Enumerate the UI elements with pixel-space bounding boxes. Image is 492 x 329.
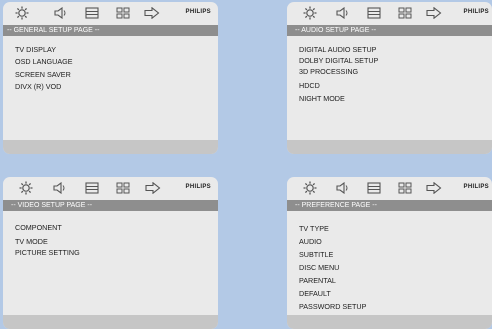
toolbar: PHILIPS bbox=[3, 177, 218, 200]
exit-icon[interactable] bbox=[425, 180, 443, 196]
exit-icon[interactable] bbox=[144, 180, 162, 196]
menu-item-osd-language[interactable]: OSD LANGUAGE bbox=[15, 57, 73, 66]
menu-item-password-setup[interactable]: PASSWORD SETUP bbox=[299, 302, 366, 311]
page-header: -- GENERAL SETUP PAGE -- bbox=[3, 25, 218, 36]
screen-icon[interactable] bbox=[365, 5, 383, 21]
menu-item-audio[interactable]: AUDIO bbox=[299, 237, 322, 246]
audio-icon[interactable] bbox=[52, 5, 70, 21]
brand-logo: PHILIPS bbox=[185, 9, 211, 15]
audio-icon[interactable] bbox=[51, 180, 69, 196]
toolbar: PHILIPS bbox=[287, 177, 492, 200]
page-header: -- PREFERENCE PAGE -- bbox=[287, 200, 492, 211]
settings-icon[interactable] bbox=[17, 180, 35, 196]
menu-item-parental[interactable]: PARENTAL bbox=[299, 276, 336, 285]
audio-icon[interactable] bbox=[334, 5, 352, 21]
page-header: -- VIDEO SETUP PAGE -- bbox=[3, 200, 218, 211]
page-header: -- AUDIO SETUP PAGE -- bbox=[287, 25, 492, 36]
menu-item-disc-menu[interactable]: DISC MENU bbox=[299, 263, 339, 272]
grid-icon[interactable] bbox=[396, 180, 414, 196]
menu-item-3d-processing[interactable]: 3D PROCESSING bbox=[299, 67, 358, 76]
menu-item-component[interactable]: COMPONENT bbox=[15, 223, 62, 232]
toolbar: PHILIPS bbox=[287, 2, 492, 25]
menu-item-screen-saver[interactable]: SCREEN SAVER bbox=[15, 70, 71, 79]
brand-logo: PHILIPS bbox=[185, 184, 211, 190]
brand-logo: PHILIPS bbox=[463, 184, 489, 190]
screen-icon[interactable] bbox=[83, 5, 101, 21]
menu-item-tv-display[interactable]: TV DISPLAY bbox=[15, 45, 56, 54]
screen-icon[interactable] bbox=[83, 180, 101, 196]
menu-item-night-mode[interactable]: NIGHT MODE bbox=[299, 94, 345, 103]
preference-panel: PHILIPS -- PREFERENCE PAGE -- TV TYPE AU… bbox=[287, 177, 492, 329]
toolbar: PHILIPS bbox=[3, 2, 218, 25]
menu-item-divx-vod[interactable]: DIVX (R) VOD bbox=[15, 82, 61, 91]
menu-item-tv-mode[interactable]: TV MODE bbox=[15, 237, 48, 246]
screen-icon[interactable] bbox=[365, 180, 383, 196]
menu-item-dolby-digital-setup[interactable]: DOLBY DIGITAL SETUP bbox=[299, 56, 378, 65]
footer-bar bbox=[287, 140, 492, 154]
menu-item-default[interactable]: DEFAULT bbox=[299, 289, 331, 298]
menu-item-hdcd[interactable]: HDCD bbox=[299, 81, 320, 90]
grid-icon[interactable] bbox=[114, 180, 132, 196]
exit-icon[interactable] bbox=[143, 5, 161, 21]
menu-item-picture-setting[interactable]: PICTURE SETTING bbox=[15, 248, 80, 257]
grid-icon[interactable] bbox=[396, 5, 414, 21]
exit-icon[interactable] bbox=[425, 5, 443, 21]
settings-icon[interactable] bbox=[301, 5, 319, 21]
menu-item-subtitle[interactable]: SUBTITLE bbox=[299, 250, 333, 259]
audio-icon[interactable] bbox=[334, 180, 352, 196]
footer-bar bbox=[3, 315, 218, 329]
settings-icon[interactable] bbox=[13, 5, 31, 21]
brand-logo: PHILIPS bbox=[463, 9, 489, 15]
footer-bar bbox=[287, 315, 492, 329]
grid-icon[interactable] bbox=[114, 5, 132, 21]
settings-icon[interactable] bbox=[301, 180, 319, 196]
audio-setup-panel: PHILIPS -- AUDIO SETUP PAGE -- DIGITAL A… bbox=[287, 2, 492, 154]
general-setup-panel: PHILIPS -- GENERAL SETUP PAGE -- TV DISP… bbox=[3, 2, 218, 154]
footer-bar bbox=[3, 140, 218, 154]
video-setup-panel: PHILIPS -- VIDEO SETUP PAGE -- COMPONENT… bbox=[3, 177, 218, 329]
menu-item-digital-audio-setup[interactable]: DIGITAL AUDIO SETUP bbox=[299, 45, 376, 54]
menu-item-tv-type[interactable]: TV TYPE bbox=[299, 224, 329, 233]
